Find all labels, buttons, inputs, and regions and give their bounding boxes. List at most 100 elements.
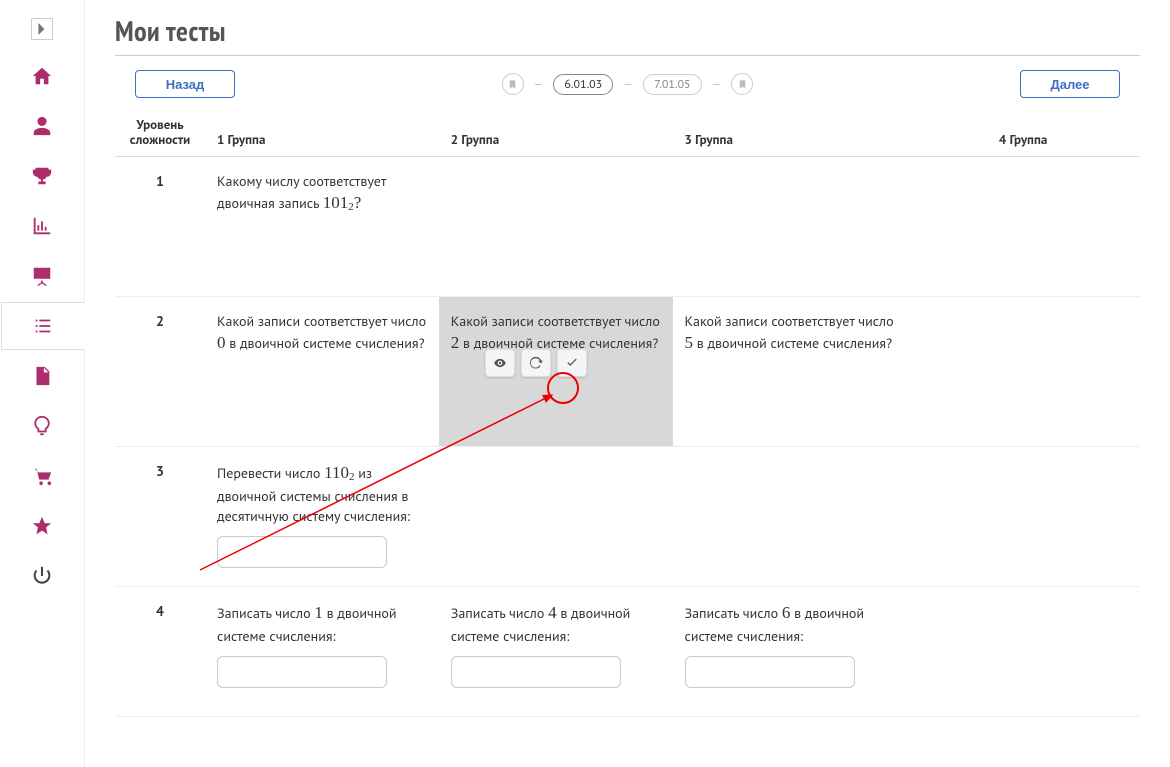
nav-home[interactable] <box>0 52 84 100</box>
nav-stats[interactable] <box>0 202 84 250</box>
bookmark-icon <box>507 79 518 90</box>
grid-header: Уровень сложности 1 Группа 2 Группа 3 Гр… <box>115 112 1140 157</box>
confirm-button[interactable] <box>557 349 587 377</box>
cart-icon <box>31 465 53 487</box>
cell-action-bar <box>485 349 587 377</box>
nav-board[interactable] <box>0 252 84 300</box>
math-number: 0 <box>217 333 226 352</box>
file-icon <box>31 365 53 387</box>
nav-ideas[interactable] <box>0 402 84 450</box>
question-cell[interactable]: Записать число 6 в двоичной системе счис… <box>673 587 907 716</box>
page-title: Мои тесты <box>115 12 1140 49</box>
trophy-icon <box>31 165 53 187</box>
nav-favorites[interactable] <box>0 502 84 550</box>
question-cell[interactable]: Перевести число 1102 из двоичной системы… <box>205 447 439 586</box>
question-text: Перевести число <box>217 464 324 482</box>
main-content: Мои тесты Назад — 6.01.03 — 7.01.05 — Да… <box>85 0 1170 767</box>
test-grid: Уровень сложности 1 Группа 2 Группа 3 Гр… <box>115 112 1140 717</box>
bookmark-icon <box>737 79 748 90</box>
answer-input[interactable] <box>685 656 855 688</box>
eye-icon <box>493 356 507 370</box>
question-text: Записать число <box>217 604 314 622</box>
preview-button[interactable] <box>485 349 515 377</box>
nav-docs[interactable] <box>0 352 84 400</box>
question-text: Записать число <box>685 604 782 622</box>
math-number: 110 <box>324 463 349 482</box>
empty-cell <box>906 157 1140 296</box>
row-number: 1 <box>115 157 205 296</box>
col-group-4: 4 Группа <box>906 118 1140 148</box>
math-number: 5 <box>685 333 694 352</box>
bookmark-prev-button[interactable] <box>502 73 524 95</box>
list-icon <box>32 315 54 337</box>
star-icon <box>31 515 53 537</box>
chevron-right-icon <box>36 23 48 35</box>
empty-cell <box>439 447 673 586</box>
answer-input[interactable] <box>451 656 621 688</box>
crumb-current[interactable]: 6.01.03 <box>553 74 613 95</box>
math-number: 1 <box>314 603 323 622</box>
table-row: 1 Какому числу соответствует двоичная за… <box>115 157 1140 297</box>
table-row: 2 Какой записи соответствует число 0 в д… <box>115 297 1140 447</box>
col-difficulty: Уровень сложности <box>115 118 205 148</box>
question-cell[interactable]: Какой записи соответствует число 0 в дво… <box>205 297 439 446</box>
refresh-icon <box>529 356 543 370</box>
crumb-sep: — <box>534 77 544 92</box>
answer-input[interactable] <box>217 656 387 688</box>
math-number: 101 <box>323 193 349 212</box>
row-number: 2 <box>115 297 205 446</box>
question-text-tail: ? <box>354 193 362 212</box>
question-cell[interactable]: Какой записи соответствует число 5 в дво… <box>673 297 907 446</box>
question-text: Какой записи соответствует число <box>451 312 660 330</box>
empty-cell <box>906 587 1140 716</box>
empty-cell <box>673 447 907 586</box>
question-cell[interactable]: Записать число 4 в двоичной системе счис… <box>439 587 673 716</box>
bar-chart-icon <box>31 215 53 237</box>
math-number: 4 <box>548 603 557 622</box>
nav-achievements[interactable] <box>0 152 84 200</box>
table-row: 3 Перевести число 1102 из двоичной систе… <box>115 447 1140 587</box>
nav-tests[interactable] <box>1 302 85 350</box>
check-icon <box>565 356 579 370</box>
nav-logout[interactable] <box>0 552 84 600</box>
math-number: 2 <box>451 333 460 352</box>
col-difficulty-l2: сложности <box>130 133 191 148</box>
empty-cell <box>906 447 1140 586</box>
title-divider <box>115 55 1140 56</box>
col-group-1: 1 Группа <box>205 118 439 148</box>
top-row: Назад — 6.01.03 — 7.01.05 — Далее <box>115 70 1140 98</box>
user-icon <box>31 115 53 137</box>
row-number: 4 <box>115 587 205 716</box>
crumb-sep: — <box>712 77 722 92</box>
power-icon <box>31 565 53 587</box>
back-button[interactable]: Назад <box>135 70 235 98</box>
home-icon <box>31 65 53 87</box>
row-number: 3 <box>115 447 205 586</box>
breadcrumb: — 6.01.03 — 7.01.05 — <box>235 73 1020 95</box>
refresh-button[interactable] <box>521 349 551 377</box>
presentation-icon <box>31 265 53 287</box>
nav-profile[interactable] <box>0 102 84 150</box>
crumb-next[interactable]: 7.01.05 <box>643 74 702 95</box>
col-group-2: 2 Группа <box>439 118 673 148</box>
bookmark-next-button[interactable] <box>731 73 753 95</box>
question-cell[interactable]: Какому числу соответствует двоичная запи… <box>205 157 439 296</box>
question-text: Какой записи соответствует число <box>217 312 426 330</box>
empty-cell <box>439 157 673 296</box>
question-cell[interactable]: Записать число 1 в двоичной системе счис… <box>205 587 439 716</box>
question-text: Записать число <box>451 604 548 622</box>
next-button[interactable]: Далее <box>1020 70 1120 98</box>
empty-cell <box>673 157 907 296</box>
sidebar <box>0 0 85 767</box>
lightbulb-icon <box>31 415 53 437</box>
empty-cell <box>906 297 1140 446</box>
question-text-tail: в двоичной системе счисления? <box>226 334 425 352</box>
question-cell-active[interactable]: Какой записи соответствует число 2 в дво… <box>439 297 673 446</box>
nav-cart[interactable] <box>0 452 84 500</box>
sidebar-collapse-button[interactable] <box>31 18 53 40</box>
col-group-3: 3 Группа <box>673 118 907 148</box>
question-text: Какой записи соответствует число <box>685 312 894 330</box>
answer-input[interactable] <box>217 536 387 568</box>
crumb-sep: — <box>623 77 633 92</box>
question-text-tail: в двоичной системе счисления? <box>693 334 892 352</box>
